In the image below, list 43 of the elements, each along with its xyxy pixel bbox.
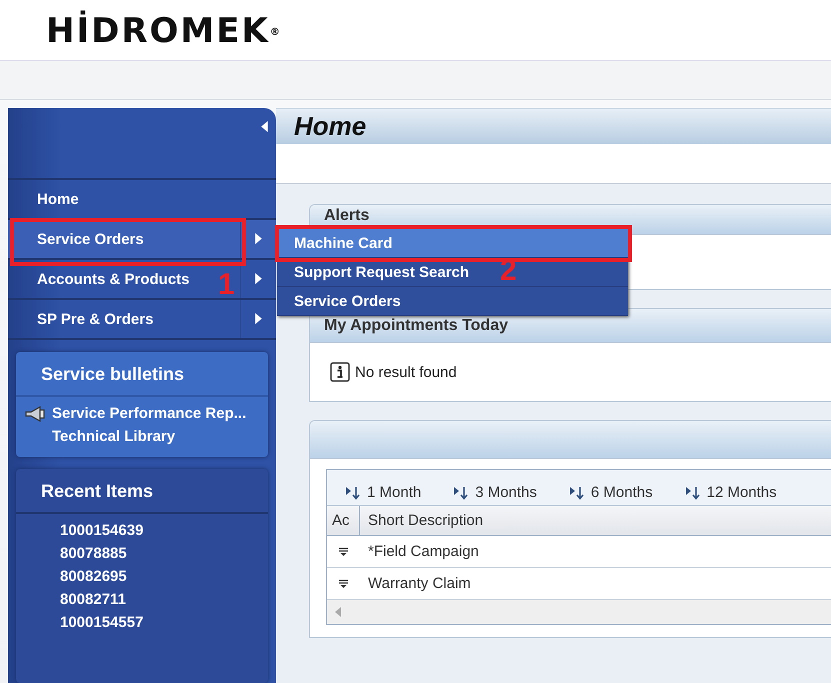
column-header[interactable]: Short Description <box>360 506 831 535</box>
card-title: Recent Items <box>16 469 268 514</box>
megaphone-icon <box>24 406 46 422</box>
nav-link[interactable]: Home <box>37 190 79 208</box>
period-filter-button[interactable]: 12 Months <box>684 484 777 501</box>
sort-icon <box>453 486 470 500</box>
recent-item-link[interactable]: 1000154639 <box>24 522 264 539</box>
sort-icon <box>568 486 585 500</box>
collapse-button[interactable] <box>261 120 268 134</box>
arrow-right-icon <box>255 233 262 245</box>
card-title: Service bulletins <box>16 352 268 397</box>
menu-item[interactable]: Machine Card <box>277 229 628 258</box>
period-filter-button[interactable]: 1 Month <box>345 484 422 501</box>
recent-item-link[interactable]: 1000154557 <box>24 614 264 631</box>
menu-item[interactable]: Service Orders <box>277 287 628 316</box>
nav-link[interactable]: SP Pre & Orders <box>37 310 154 328</box>
horizontal-scrollbar[interactable] <box>327 600 831 624</box>
recent-item-link[interactable]: 80078885 <box>24 545 264 562</box>
period-filter-button[interactable]: 6 Months <box>568 484 653 501</box>
arrow-right-icon <box>255 313 262 325</box>
arrow-right-icon <box>255 273 262 285</box>
column-header[interactable]: Ac <box>327 506 360 535</box>
period-filter-button[interactable]: 3 Months <box>453 484 537 501</box>
panel-title: My Appointments Today <box>324 316 508 334</box>
filter-icon <box>339 579 348 588</box>
recent-item-link[interactable]: 80082711 <box>24 591 264 608</box>
empty-message: No result found <box>355 364 457 380</box>
table-cell-text: Warranty Claim <box>367 575 471 592</box>
nav-link[interactable]: Service Orders <box>37 230 144 248</box>
panel-title: Alerts <box>324 207 370 225</box>
bulletin-link[interactable]: Technical Library <box>52 428 176 445</box>
collapse-triangle-icon <box>261 120 268 132</box>
page-title: Home <box>294 111 366 142</box>
bulletin-link[interactable]: Service Performance Rep... <box>52 405 246 422</box>
filter-icon <box>339 547 348 556</box>
nav-item[interactable]: Service Orders <box>8 220 276 260</box>
table-cell-text: *Field Campaign <box>367 543 479 560</box>
nav-link[interactable]: Accounts & Products <box>37 270 190 288</box>
step-number: 1 <box>218 270 235 300</box>
sort-icon <box>345 486 361 500</box>
recent-item-link[interactable]: 80082695 <box>24 568 264 585</box>
sort-icon <box>684 486 701 500</box>
info-icon <box>330 362 350 382</box>
